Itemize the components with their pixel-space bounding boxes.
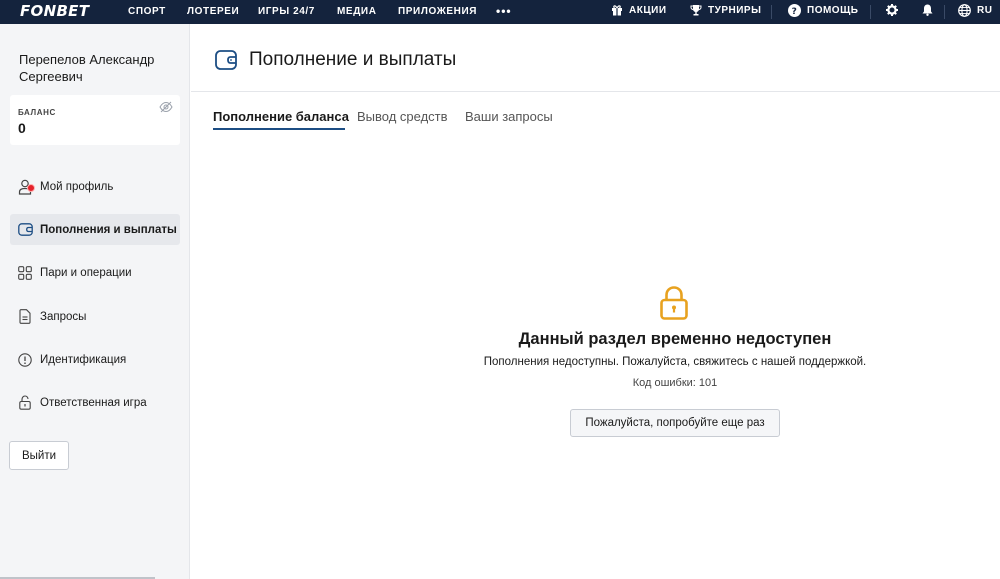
bell-icon xyxy=(922,4,933,16)
top-navigation: FONBET СПОРТ ЛОТЕРЕИ ИГРЫ 24/7 МЕДИА ПРИ… xyxy=(0,0,1000,24)
settings-button[interactable] xyxy=(886,4,898,16)
language-selector[interactable]: RU xyxy=(958,4,992,17)
sidebar-item-responsible-gaming[interactable]: Ответственная игра xyxy=(10,387,180,418)
tournaments-link[interactable]: ТУРНИРЫ xyxy=(690,4,761,16)
nav-item-games[interactable]: ИГРЫ 24/7 xyxy=(258,6,315,17)
notice-text: Пополнения недоступны. Пожалуйста, свяжи… xyxy=(483,356,867,368)
tournaments-label: ТУРНИРЫ xyxy=(708,4,762,16)
profile-icon xyxy=(10,179,40,195)
sidebar-item-label: Мой профиль xyxy=(40,180,114,193)
help-label: ПОМОЩЬ xyxy=(807,5,859,16)
grid-icon xyxy=(10,265,40,280)
wallet-icon xyxy=(10,223,40,236)
nav-item-lotteries[interactable]: ЛОТЕРЕИ xyxy=(187,6,239,17)
sidebar-item-label: Ответственная игра xyxy=(40,396,147,409)
balance-card: БАЛАНС 0 xyxy=(10,95,180,145)
sidebar: Перепелов Александр Сергеевич БАЛАНС 0 М… xyxy=(0,24,190,579)
nav-more-button[interactable]: ••• xyxy=(496,4,512,18)
eye-hidden-icon[interactable] xyxy=(159,100,173,118)
globe-icon xyxy=(958,4,971,17)
trophy-icon xyxy=(690,4,702,16)
active-tab-indicator xyxy=(213,128,345,130)
svg-text:?: ? xyxy=(792,7,798,17)
nav-item-apps[interactable]: ПРИЛОЖЕНИЯ xyxy=(398,6,477,17)
nav-divider xyxy=(870,5,871,19)
nav-divider xyxy=(771,5,772,19)
tab-requests[interactable]: Ваши запросы xyxy=(465,109,553,124)
page-title: Пополнение и выплаты xyxy=(249,49,457,70)
nav-divider xyxy=(944,5,945,19)
tab-deposit[interactable]: Пополнение баланса xyxy=(213,109,349,124)
notification-dot xyxy=(27,183,35,192)
notifications-button[interactable] xyxy=(922,4,933,16)
sidebar-item-deposits-withdrawals[interactable]: Пополнения и выплаты xyxy=(10,214,180,245)
user-name: Перепелов Александр Сергеевич xyxy=(19,52,155,84)
sidebar-item-identification[interactable]: Идентификация xyxy=(10,344,180,375)
error-code: Код ошибки: 101 xyxy=(632,377,718,389)
language-label: RU xyxy=(977,5,993,16)
sidebar-item-profile[interactable]: Мой профиль xyxy=(10,171,180,202)
nav-item-media[interactable]: МЕДИА xyxy=(337,6,377,17)
balance-label: БАЛАНС xyxy=(18,108,56,117)
lock-icon xyxy=(10,395,40,410)
promo-link[interactable]: АКЦИИ xyxy=(611,4,667,16)
gear-icon xyxy=(886,4,898,16)
help-link[interactable]: ? ПОМОЩЬ xyxy=(788,4,858,17)
notice-title: Данный раздел временно недоступен xyxy=(518,330,832,348)
sidebar-item-label: Пари и операции xyxy=(40,266,132,279)
sidebar-item-label: Пополнения и выплаты xyxy=(40,223,177,236)
sidebar-item-requests[interactable]: Запросы xyxy=(10,301,180,332)
logout-button[interactable]: Выйти xyxy=(9,441,69,470)
page-header: Пополнение и выплаты xyxy=(191,24,1000,92)
gift-icon xyxy=(611,4,623,16)
help-icon: ? xyxy=(788,4,801,17)
nav-item-sport[interactable]: СПОРТ xyxy=(128,6,166,17)
sidebar-item-label: Запросы xyxy=(40,310,87,323)
sidebar-item-label: Идентификация xyxy=(40,353,127,366)
tab-withdrawal[interactable]: Вывод средств xyxy=(357,109,448,124)
alert-icon xyxy=(10,352,40,367)
document-icon xyxy=(10,309,40,324)
retry-button[interactable]: Пожалуйста, попробуйте еще раз xyxy=(570,409,780,437)
fonbet-logo[interactable]: FONBET xyxy=(20,2,89,20)
sidebar-item-bets-operations[interactable]: Пари и операции xyxy=(10,257,180,288)
balance-value: 0 xyxy=(18,120,26,136)
promo-label: АКЦИИ xyxy=(629,4,667,16)
lock-icon xyxy=(658,285,690,326)
wallet-icon xyxy=(215,50,237,75)
